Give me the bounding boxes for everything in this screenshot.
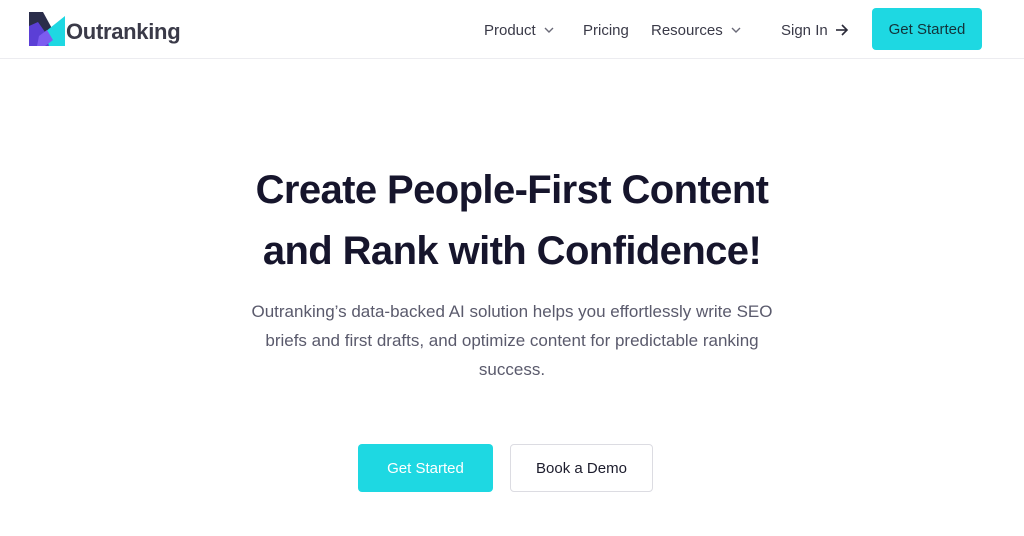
book-demo-button[interactable]: Book a Demo xyxy=(510,444,653,492)
nav-pricing[interactable]: Pricing xyxy=(583,20,629,40)
chevron-down-icon xyxy=(544,27,554,33)
chevron-down-icon xyxy=(731,27,741,33)
logo-text: Outranking xyxy=(66,19,181,44)
hero-title-line-2: and Rank with Confidence! xyxy=(262,229,762,273)
hero-subtitle: Outranking’s data-backed AI solution hel… xyxy=(251,302,773,379)
arrow-right-icon xyxy=(835,24,848,36)
nav-resources[interactable]: Resources xyxy=(651,20,742,40)
nav-product[interactable]: Product xyxy=(484,20,555,40)
header-get-started-button[interactable]: Get Started xyxy=(872,8,982,50)
hero-get-started-button[interactable]: Get Started xyxy=(358,444,493,492)
outranking-logo-icon xyxy=(29,12,65,46)
sign-in-link[interactable]: Sign In xyxy=(781,20,849,40)
site-header: Outranking Product Pricing Resources Sig… xyxy=(0,0,1024,59)
nav-product-label: Product xyxy=(484,21,536,39)
sign-in-label: Sign In xyxy=(781,21,828,39)
hero-title-line-1: Create People-First Content xyxy=(255,168,769,212)
nav-pricing-label: Pricing xyxy=(583,21,629,39)
logo-link[interactable]: Outranking xyxy=(29,11,181,47)
hero-title: Create People-First Content and Rank wit… xyxy=(0,160,1024,282)
nav-resources-label: Resources xyxy=(651,21,723,39)
